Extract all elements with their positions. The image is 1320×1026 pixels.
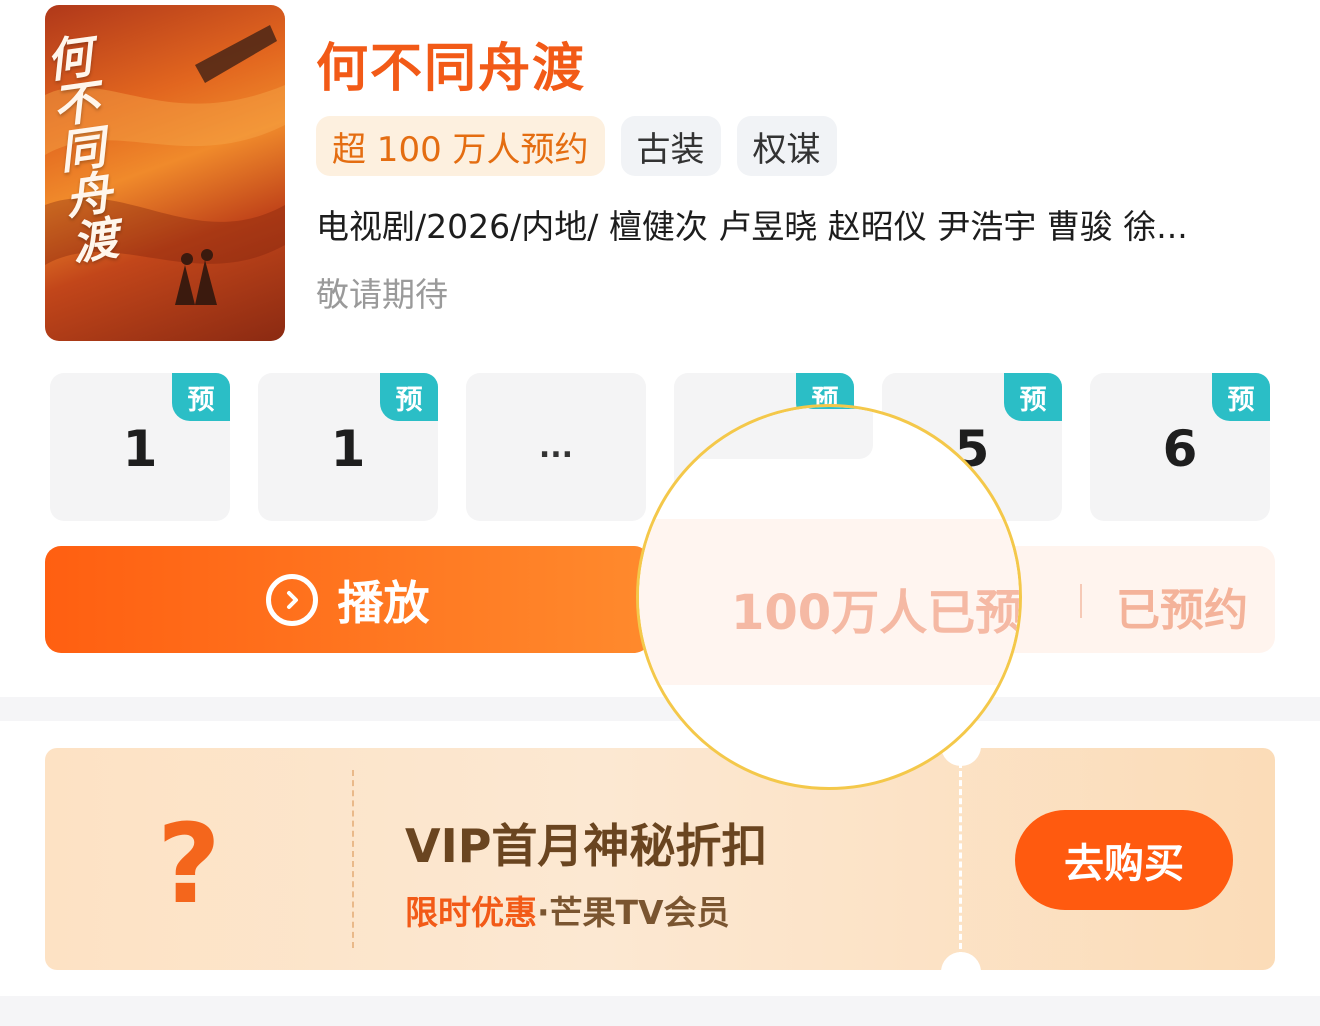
episode-item[interactable]: 6 预 [1090, 373, 1270, 521]
episode-number: 6 [1162, 420, 1198, 478]
play-icon [265, 573, 318, 626]
show-meta[interactable]: 电视剧/2026/内地/ 檀健次 卢昱晓 赵昭仪 尹浩宇 曹骏 徐... [316, 200, 1276, 248]
episode-number: 1 [330, 420, 366, 478]
mystery-question-icon: ? [157, 800, 221, 928]
vip-membership-label: ·芒果TV会员 [537, 893, 730, 932]
vip-offer-title: VIP首月神秘折扣 [405, 819, 768, 873]
coupon-dash-right [959, 762, 962, 958]
show-title: 何不同舟渡 [316, 39, 587, 99]
limited-offer-label: 限时优惠 [405, 893, 537, 932]
magnified-episode [639, 407, 873, 459]
reserve-separator [1080, 584, 1082, 618]
magnifier-content: 预 100万人已预 [639, 407, 1022, 787]
show-detail-page: 何 不同 舟渡 何不同舟渡 超 100 万人预约 古装 权谋 电视剧/2026/… [0, 0, 1320, 1026]
tag-genre[interactable]: 古装 [620, 116, 721, 176]
vip-offer-subtitle: 限时优惠·芒果TV会员 [405, 886, 730, 934]
episode-number: 1 [122, 420, 158, 478]
episode-item[interactable]: 1 预 [258, 373, 438, 521]
coupon-notch-bottom [941, 952, 981, 970]
poster-image[interactable]: 何 不同 舟渡 [45, 5, 285, 341]
preview-badge: 预 [380, 373, 438, 421]
tag-reservations: 超 100 万人预约 [316, 116, 605, 176]
episode-more[interactable]: ... [466, 373, 646, 521]
section-divider-bottom [0, 996, 1320, 1026]
play-button[interactable]: 播放 [45, 546, 650, 653]
preview-badge: 预 [1212, 373, 1270, 421]
play-label: 播放 [337, 575, 430, 630]
magnified-preview-badge: 预 [799, 407, 857, 409]
episode-ellipsis: ... [538, 429, 574, 465]
magnifier-lens: 预 100万人已预 [636, 404, 1022, 790]
buy-button[interactable]: 去购买 [1015, 810, 1233, 910]
reserved-label: 已预约 [1116, 585, 1248, 636]
preview-badge: 预 [172, 373, 230, 421]
episode-item[interactable]: 1 预 [50, 373, 230, 521]
tag-theme[interactable]: 权谋 [736, 116, 837, 176]
coupon-dash-left [352, 770, 354, 948]
show-status: 敬请期待 [316, 275, 448, 314]
tag-list: 超 100 万人预约 古装 权谋 [316, 116, 837, 176]
magnified-reserve-count: 100万人已预 [731, 585, 1022, 641]
